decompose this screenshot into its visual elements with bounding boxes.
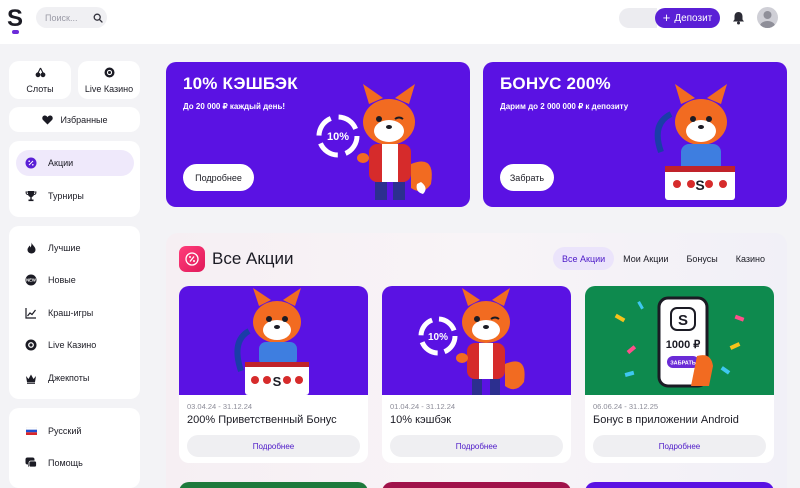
tab-bonuses[interactable]: Бонусы bbox=[677, 247, 726, 270]
banner-details-button[interactable]: Подробнее bbox=[183, 164, 254, 191]
search-icon[interactable] bbox=[89, 9, 107, 27]
banner-claim-button[interactable]: Забрать bbox=[500, 164, 554, 191]
sidebar-item-label: Турниры bbox=[48, 191, 84, 201]
phone-claim-text: ЗАБРАТЬ bbox=[670, 361, 696, 367]
promo-card-image: S bbox=[179, 286, 368, 395]
user-avatar[interactable] bbox=[757, 7, 778, 28]
sidebar-item-label: Краш-игры bbox=[48, 308, 94, 318]
promotions-title: Все Акции bbox=[212, 249, 294, 268]
promo-card[interactable]: S 03.04.24 - 31.12.24 200% Приветственны… bbox=[179, 286, 368, 463]
chip-icon bbox=[103, 66, 115, 78]
svg-text:S: S bbox=[678, 312, 688, 329]
deposit-button[interactable]: + Депозит bbox=[655, 8, 720, 28]
live-casino-tile[interactable]: Live Казино bbox=[78, 61, 140, 99]
promo-card-details-button[interactable]: Подробнее bbox=[593, 435, 766, 457]
slots-label: Слоты bbox=[26, 84, 54, 94]
promotions-tabs: Все Акции Мои Акции Бонусы Казино bbox=[553, 247, 774, 270]
bell-icon[interactable] bbox=[727, 8, 749, 28]
chip-icon bbox=[25, 339, 37, 351]
site-logo[interactable]: S bbox=[7, 7, 25, 34]
cashback-banner[interactable]: 10% КЭШБЭК До 20 000 ₽ каждый день! Подр… bbox=[166, 62, 470, 207]
promotions-section: Все Акции Все Акции Мои Акции Бонусы Каз… bbox=[166, 233, 787, 488]
cashback-badge-text: 10% bbox=[327, 131, 349, 143]
russia-flag-icon bbox=[25, 425, 37, 437]
deposit-label: Депозит bbox=[674, 12, 713, 24]
top-header: S Поиск... + Депозит bbox=[0, 0, 800, 44]
fox-gift-illustration: S bbox=[234, 288, 309, 395]
sidebar-item-new[interactable]: NEW Новые bbox=[16, 267, 134, 293]
trophy-icon bbox=[25, 190, 37, 202]
new-badge-icon: NEW bbox=[25, 274, 37, 286]
plus-icon: + bbox=[662, 10, 671, 25]
chart-up-icon bbox=[25, 307, 37, 319]
heart-icon bbox=[41, 114, 53, 126]
banner-subtitle: Дарим до 2 000 000 ₽ к депозиту bbox=[500, 102, 629, 111]
search-input[interactable]: Поиск... bbox=[45, 13, 89, 23]
banner-title: 10% КЭШБЭК bbox=[183, 74, 298, 93]
promo-card-image: 10% bbox=[382, 286, 571, 395]
slots-tile[interactable]: Слоты bbox=[9, 61, 71, 99]
cashback-badge-text: 10% bbox=[428, 332, 448, 343]
fox-cashback-illustration: 10% bbox=[418, 288, 525, 395]
live-casino-tile-label: Live Казино bbox=[84, 84, 134, 94]
svg-text:S: S bbox=[695, 177, 704, 193]
chat-icon bbox=[25, 457, 37, 469]
sidebar-item-crash-games[interactable]: Краш-игры bbox=[16, 300, 134, 326]
sidebar-item-tournaments[interactable]: Турниры bbox=[16, 183, 134, 209]
favorites-button[interactable]: Избранные bbox=[9, 107, 140, 132]
search-box[interactable]: Поиск... bbox=[36, 7, 107, 28]
svg-text:NEW: NEW bbox=[26, 278, 36, 283]
sidebar-item-label: Помощь bbox=[48, 458, 83, 468]
sidebar-item-label: Live Казино bbox=[48, 340, 97, 350]
promo-card[interactable]: 10% 01.04.24 - 31.12.24 10% кэшбэк Подро… bbox=[382, 286, 571, 463]
promo-card-next-row[interactable] bbox=[382, 482, 571, 488]
sidebar-item-label: Новые bbox=[48, 275, 76, 285]
cherries-icon bbox=[34, 66, 46, 78]
tab-all-promotions[interactable]: Все Акции bbox=[553, 247, 615, 270]
sidebar-item-label: Русский bbox=[48, 426, 82, 436]
promo-card-title: 200% Приветственный Бонус bbox=[187, 414, 337, 426]
promo-card-dates: 06.06.24 - 31.12.25 bbox=[593, 402, 659, 411]
sidebar-item-label: Лучшие bbox=[48, 243, 81, 253]
phone-amount-text: 1000 ₽ bbox=[666, 339, 701, 351]
promo-card-title: 10% кэшбэк bbox=[390, 414, 452, 426]
promo-card-dates: 03.04.24 - 31.12.24 bbox=[187, 402, 253, 411]
sidebar-item-live-casino[interactable]: Live Казино bbox=[16, 332, 134, 358]
sidebar-item-label: Джекпоты bbox=[48, 373, 90, 383]
sidebar-item-language[interactable]: Русский bbox=[16, 418, 134, 444]
promo-card-details-button[interactable]: Подробнее bbox=[187, 435, 360, 457]
sidebar-item-help[interactable]: Помощь bbox=[16, 450, 134, 476]
sidebar-item-promotions[interactable]: Акции bbox=[16, 150, 134, 176]
promo-card-image: S 1000 ₽ ЗАБРАТЬ bbox=[585, 286, 774, 395]
bonus-banner[interactable]: БОНУС 200% Дарим до 2 000 000 ₽ к депози… bbox=[483, 62, 787, 207]
promo-card[interactable]: S 1000 ₽ ЗАБРАТЬ 06.06.24 - 31.12.25 Бон… bbox=[585, 286, 774, 463]
promo-card-dates: 01.04.24 - 31.12.24 bbox=[390, 402, 456, 411]
fox-mascot-cashback-illustration: 10% bbox=[316, 84, 432, 200]
crown-icon bbox=[25, 372, 37, 384]
fire-icon bbox=[25, 242, 37, 254]
promo-section-icon bbox=[179, 246, 205, 272]
promo-icon bbox=[25, 157, 37, 169]
banner-title: БОНУС 200% bbox=[500, 74, 611, 93]
tab-casino[interactable]: Казино bbox=[727, 247, 774, 270]
sidebar-item-jackpots[interactable]: Джекпоты bbox=[16, 365, 134, 391]
promo-card-next-row[interactable] bbox=[585, 482, 774, 488]
sidebar-item-label: Акции bbox=[48, 158, 74, 168]
promo-card-next-row[interactable] bbox=[179, 482, 368, 488]
promo-card-title: Бонус в приложении Android bbox=[593, 414, 739, 426]
tab-my-promotions[interactable]: Мои Акции bbox=[614, 247, 677, 270]
sidebar-item-best[interactable]: Лучшие bbox=[16, 235, 134, 261]
favorites-label: Избранные bbox=[60, 114, 108, 125]
balance-pill[interactable] bbox=[619, 8, 657, 28]
promo-card-details-button[interactable]: Подробнее bbox=[390, 435, 563, 457]
phone-bonus-illustration: S 1000 ₽ ЗАБРАТЬ bbox=[614, 296, 745, 388]
fox-mascot-gift-illustration: S bbox=[654, 84, 735, 200]
svg-text:S: S bbox=[273, 374, 282, 389]
banner-subtitle: До 20 000 ₽ каждый день! bbox=[183, 102, 286, 111]
